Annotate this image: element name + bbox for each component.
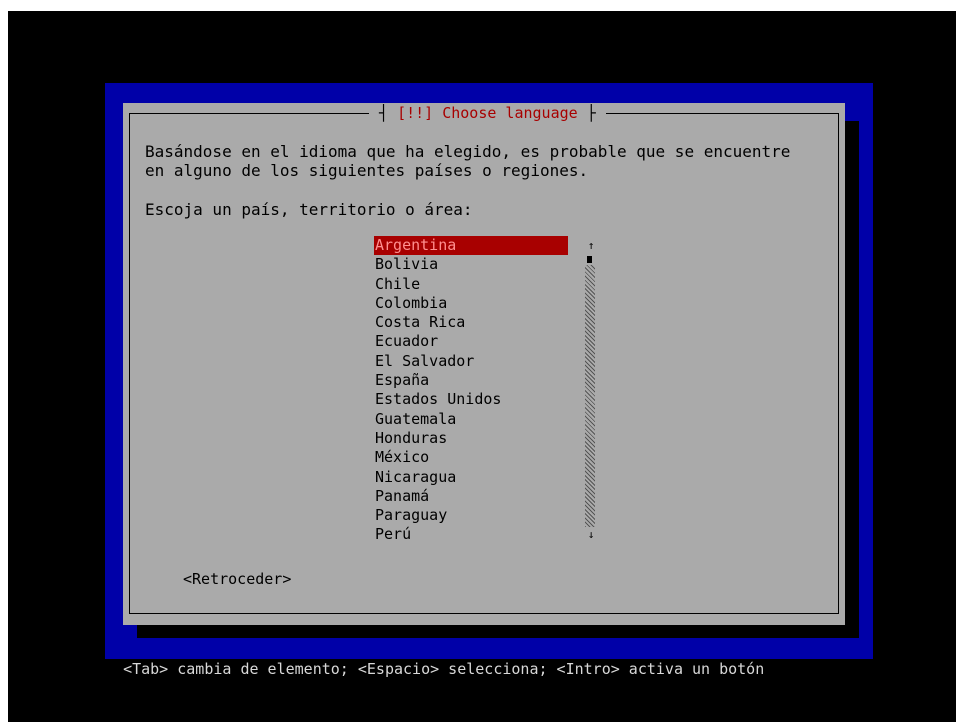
country-list-item[interactable]: Nicaragua [374,468,568,487]
country-list-item[interactable]: Costa Rica [374,313,568,332]
country-list-item[interactable]: Perú [374,525,568,544]
country-prompt: Escoja un país, territorio o área: [145,200,473,219]
country-list-item[interactable]: Paraguay [374,506,568,525]
country-list-item[interactable]: Bolivia [374,255,568,274]
country-list-item[interactable]: México [374,448,568,467]
country-list-item[interactable]: Panamá [374,487,568,506]
country-list-item[interactable]: Argentina [374,236,568,256]
back-button[interactable]: <Retroceder> [183,569,291,589]
title-right-bar: ├ [577,104,596,122]
scroll-thumb[interactable] [587,256,592,263]
country-list-item[interactable]: Estados Unidos [374,390,568,409]
keyboard-help-text: <Tab> cambia de elemento; <Espacio> sele… [123,660,765,678]
country-list-item[interactable]: El Salvador [374,352,568,371]
list-scrollbar[interactable]: ↑ ↓ [585,236,597,544]
country-list-item[interactable]: España [374,371,568,390]
message-line-1: Basándose en el idioma que ha elegido, e… [145,142,791,161]
message-line-2: en alguno de los siguientes países o reg… [145,161,589,180]
status-bar: <Tab> cambia de elemento; <Espacio> sele… [105,638,873,678]
scroll-up-icon[interactable]: ↑ [585,238,597,254]
dialog-title-text: [!!] Choose language [397,104,578,122]
country-list[interactable]: Argentina Bolivia Chile Colombia Costa Rica E… [374,236,568,545]
country-list-item[interactable]: Ecuador [374,332,568,351]
country-list-item[interactable]: Honduras [374,429,568,448]
choose-language-dialog: ┤ [!!] Choose language ├ Basándose en el… [123,103,845,625]
scroll-track[interactable] [585,265,595,527]
scroll-down-icon[interactable]: ↓ [585,527,597,543]
country-list-item[interactable]: Guatemala [374,410,568,429]
country-list-item[interactable]: Chile [374,275,568,294]
title-left-bar: ┤ [379,104,398,122]
dialog-title: ┤ [!!] Choose language ├ [369,103,606,123]
country-list-item[interactable]: Colombia [374,294,568,313]
